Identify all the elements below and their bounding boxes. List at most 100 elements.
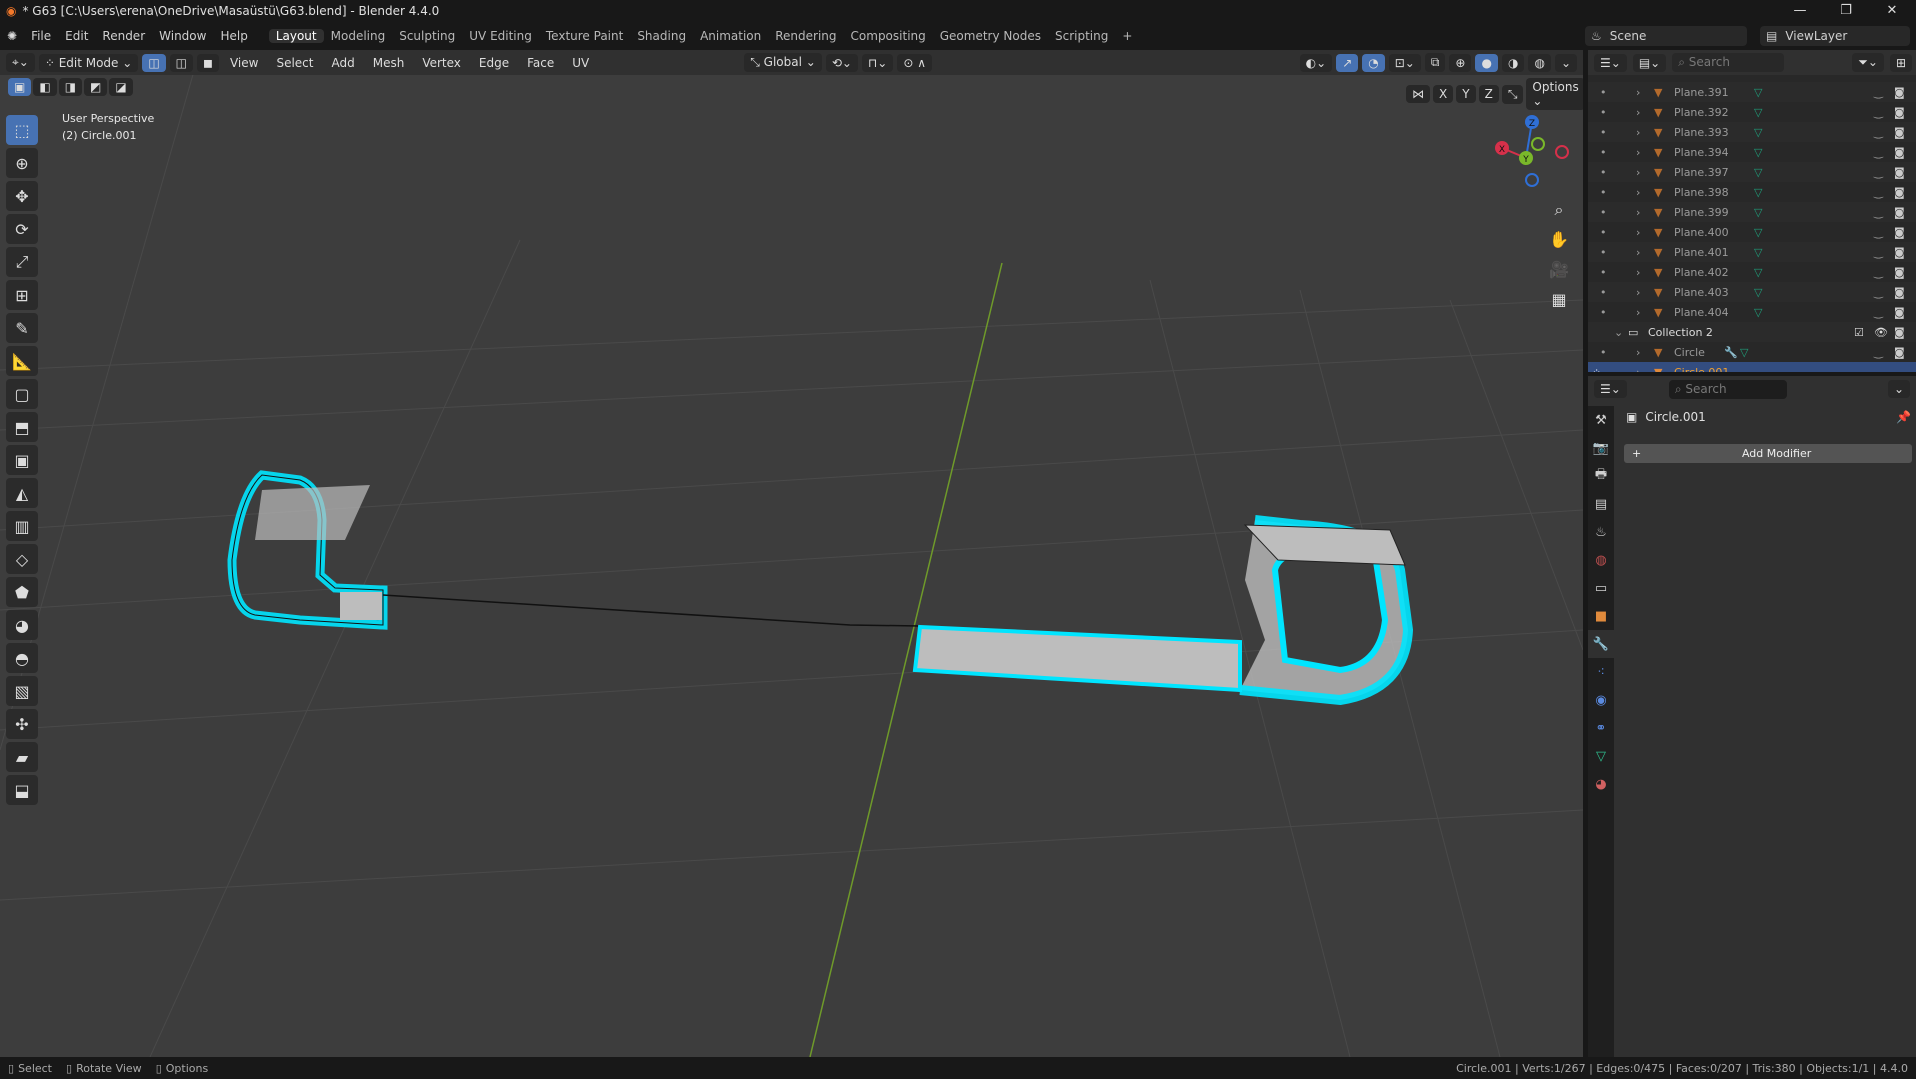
zoom-icon[interactable]: ⌕ [1545,195,1573,225]
gizmo-toggle-icon[interactable]: ↗ [1336,53,1359,72]
proportional-edit-icon[interactable]: ⊙ ∧ [897,53,932,72]
hide-eye-icon[interactable]: ‿ [1874,266,1894,279]
bevel-tool-icon[interactable]: ◭ [6,478,38,508]
menu-edit[interactable]: Edit [58,29,95,43]
select-intersect-icon[interactable]: ◪ [109,78,133,96]
menu-select[interactable]: Select [269,54,320,72]
select-subtract-icon[interactable]: ◨ [58,78,83,96]
display-mode-icon[interactable]: ☰⌄ [1594,53,1627,72]
render-camera-icon[interactable]: ◙ [1894,86,1916,99]
constraints-tab-icon[interactable]: ⚭ [1588,714,1614,742]
scene-selector[interactable]: ♨ Scene [1585,26,1747,46]
cursor-tool-icon[interactable]: ⊕ [6,148,38,178]
render-camera-icon[interactable]: ◙ [1894,146,1916,159]
menu-uv[interactable]: UV [565,54,596,72]
outliner-item[interactable]: • › ▼ Plane.392 ▽ ‿ ◙ [1588,102,1916,122]
maximize-button[interactable]: ❐ [1826,0,1866,22]
spin-tool-icon[interactable]: ◕ [6,610,38,640]
scale-tool-icon[interactable]: ⤢ [6,247,38,277]
pan-hand-icon[interactable]: ✋ [1545,225,1573,255]
render-camera-icon[interactable]: ◙ [1894,106,1916,119]
filter-icon[interactable]: ⏷⌄ [1852,53,1884,72]
expand-chevron-icon[interactable]: › [1636,366,1654,373]
mirror-y-toggle[interactable]: Y [1456,85,1476,103]
particles-tab-icon[interactable]: ⁖ [1588,658,1614,686]
tab-modeling[interactable]: Modeling [324,29,393,43]
rip-region-tool-icon[interactable]: ⬓ [6,775,38,805]
visibility-eye-icon[interactable]: 👁 [1874,326,1894,339]
output-tab-icon[interactable]: 🖶 [1588,462,1614,490]
material-shading-icon[interactable]: ◑ [1501,53,1525,72]
expand-chevron-icon[interactable]: › [1636,166,1654,179]
outliner-search-input[interactable]: ⌕ Search [1672,53,1785,72]
snap-icon[interactable]: ⊓⌄ [861,53,894,72]
menu-help[interactable]: Help [213,29,254,43]
hide-eye-icon[interactable]: ‿ [1874,226,1894,239]
hide-eye-icon[interactable]: ‿ [1874,346,1894,359]
expand-chevron-icon[interactable]: › [1636,226,1654,239]
collection-tab-icon[interactable]: ▭ [1588,574,1614,602]
tab-uv-editing[interactable]: UV Editing [462,29,539,43]
edge-slide-tool-icon[interactable]: ▧ [6,676,38,706]
loop-cut-tool-icon[interactable]: ▥ [6,511,38,541]
render-camera-icon[interactable]: ◙ [1894,266,1916,279]
tab-texture-paint[interactable]: Texture Paint [539,29,630,43]
select-box-tool-icon[interactable]: ⬚ [6,115,38,145]
outliner-item[interactable]: • › ▼ Circle 🔧 ▽ ‿ ◙ [1588,342,1916,362]
outliner-item-active[interactable]: ⁘ › ▼ Circle.001 [1588,362,1916,372]
menu-view[interactable]: View [223,54,265,72]
tab-rendering[interactable]: Rendering [768,29,843,43]
outliner-item[interactable]: • › ▼ Plane.394 ▽ ‿ ◙ [1588,142,1916,162]
tab-scripting[interactable]: Scripting [1048,29,1115,43]
editor-type-icon[interactable]: ⌖⌄ [6,53,35,72]
shrink-fatten-tool-icon[interactable]: ✣ [6,709,38,739]
expand-chevron-icon[interactable]: › [1636,206,1654,219]
render-camera-icon[interactable]: ◙ [1894,126,1916,139]
menu-add[interactable]: Add [324,54,361,72]
collection-checkbox[interactable]: ☑ [1854,326,1874,339]
outliner-item[interactable]: • › ▼ Plane.403 ▽ ‿ ◙ [1588,282,1916,302]
outliner-item[interactable]: • › ▼ Plane.398 ▽ ‿ ◙ [1588,182,1916,202]
add-workspace-button[interactable]: + [1115,29,1139,43]
transform-tool-icon[interactable]: ⊞ [6,280,38,310]
outliner-item[interactable]: • › ▼ Plane.397 ▽ ‿ ◙ [1588,162,1916,182]
outliner-item[interactable]: • › ▼ Plane.401 ▽ ‿ ◙ [1588,242,1916,262]
camera-view-icon[interactable]: 🎥 [1545,255,1573,285]
auto-merge-icon[interactable]: ⤡ [1501,84,1524,104]
poly-build-tool-icon[interactable]: ⬟ [6,577,38,607]
outliner-item[interactable]: • › ▼ Plane.402 ▽ ‿ ◙ [1588,262,1916,282]
shading-options-icon[interactable]: ⌄ [1554,53,1577,72]
add-modifier-button[interactable]: + Add Modifier [1624,444,1912,463]
shear-tool-icon[interactable]: ▰ [6,742,38,772]
filter-layer-icon[interactable]: ▤⌄ [1632,53,1667,72]
inset-tool-icon[interactable]: ▣ [6,445,38,475]
render-camera-icon[interactable]: ◙ [1894,226,1916,239]
hide-eye-icon[interactable]: ‿ [1874,166,1894,179]
tab-animation[interactable]: Animation [693,29,768,43]
mode-dropdown[interactable]: ⁘ Edit Mode ⌄ [38,53,139,72]
visibility-icon[interactable]: ◐⌄ [1299,53,1333,72]
expand-chevron-icon[interactable]: › [1636,306,1654,319]
tab-shading[interactable]: Shading [630,29,693,43]
hide-eye-icon[interactable]: ‿ [1874,206,1894,219]
render-camera-icon[interactable]: ◙ [1894,346,1916,359]
overlay-toggle-icon[interactable]: ◔ [1362,53,1385,72]
properties-search-input[interactable]: ⌕ Search [1668,379,1787,399]
render-camera-icon[interactable]: ◙ [1894,166,1916,179]
edge-select-icon[interactable]: ◫ [169,53,193,72]
rendered-shading-icon[interactable]: ◍ [1528,53,1551,72]
menu-vertex[interactable]: Vertex [415,54,468,72]
3d-viewport[interactable]: User Perspective (2) Circle.001 Z X Y ⌕ ✋… [0,50,1583,1057]
view-layer-selector[interactable]: ▤ ViewLayer [1760,26,1910,46]
properties-editor-type-icon[interactable]: ☰⌄ [1594,380,1627,398]
navigation-gizmo[interactable]: Z X Y [1490,110,1570,190]
outliner-item[interactable]: • › ▼ Plane.400 ▽ ‿ ◙ [1588,222,1916,242]
vertex-select-icon[interactable]: ◫ [142,53,166,72]
render-camera-icon[interactable]: ◙ [1894,186,1916,199]
hide-eye-icon[interactable]: ‿ [1874,106,1894,119]
measure-tool-icon[interactable]: 📐 [6,346,38,376]
pin-icon[interactable]: 📌 [1896,410,1911,424]
expand-chevron-icon[interactable]: › [1636,126,1654,139]
mirror-x-toggle[interactable]: X [1433,85,1454,103]
face-select-icon[interactable]: ◼ [197,53,219,72]
